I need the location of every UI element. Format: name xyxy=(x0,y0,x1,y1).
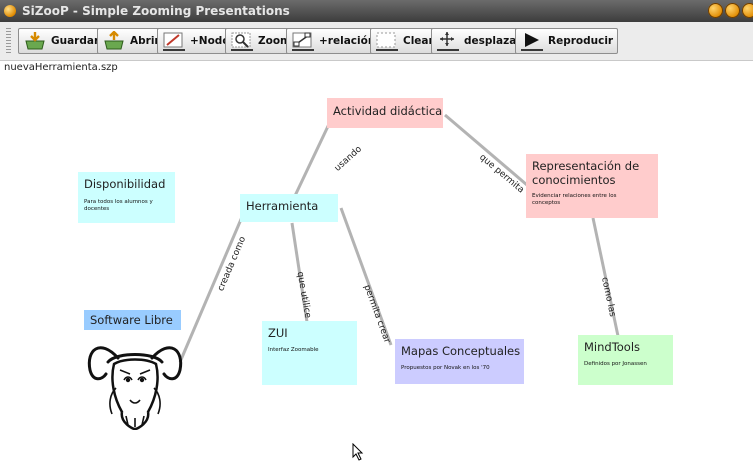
node-title: Representación de conocimientos xyxy=(532,159,640,187)
node-title: Herramienta xyxy=(246,199,319,213)
node-description: Para todos los alumnos y docentes xyxy=(84,199,153,212)
node-herramienta[interactable]: Herramienta xyxy=(240,194,338,222)
node-title: ZUI xyxy=(268,326,288,340)
node-title: Disponibilidad xyxy=(84,177,166,191)
node-description: Propuestos por Novak en los '70 xyxy=(401,365,490,371)
node-title: Software Libre xyxy=(90,313,173,327)
mouse-cursor-icon xyxy=(352,443,364,461)
node-description: Definidos por Jonassen xyxy=(584,361,647,367)
node-actividad[interactable]: Actividad didáctica xyxy=(327,98,443,128)
node-description: Evidenciar relaciones entre los concepto… xyxy=(532,193,617,206)
edge-usando[interactable] xyxy=(291,121,332,201)
node-zui[interactable]: ZUI Interfaz Zoomable xyxy=(262,321,357,385)
node-description: Interfaz Zoomable xyxy=(268,347,319,353)
node-title: Mapas Conceptuales xyxy=(401,344,521,358)
node-title: Actividad didáctica xyxy=(333,104,443,118)
edge-que-permita[interactable] xyxy=(444,113,528,187)
node-software-libre[interactable]: Software Libre xyxy=(84,310,181,330)
node-mindtools[interactable]: MindTools Definidos por Jonassen xyxy=(578,335,673,385)
node-representacion[interactable]: Representación de conocimientos Evidenci… xyxy=(526,154,658,218)
gnu-head-image xyxy=(87,346,183,430)
node-disponibilidad[interactable]: Disponibilidad Para todos los alumnos y … xyxy=(78,172,175,223)
node-title: MindTools xyxy=(584,340,641,354)
node-mapas-conceptuales[interactable]: Mapas Conceptuales Propuestos por Novak … xyxy=(395,339,524,384)
